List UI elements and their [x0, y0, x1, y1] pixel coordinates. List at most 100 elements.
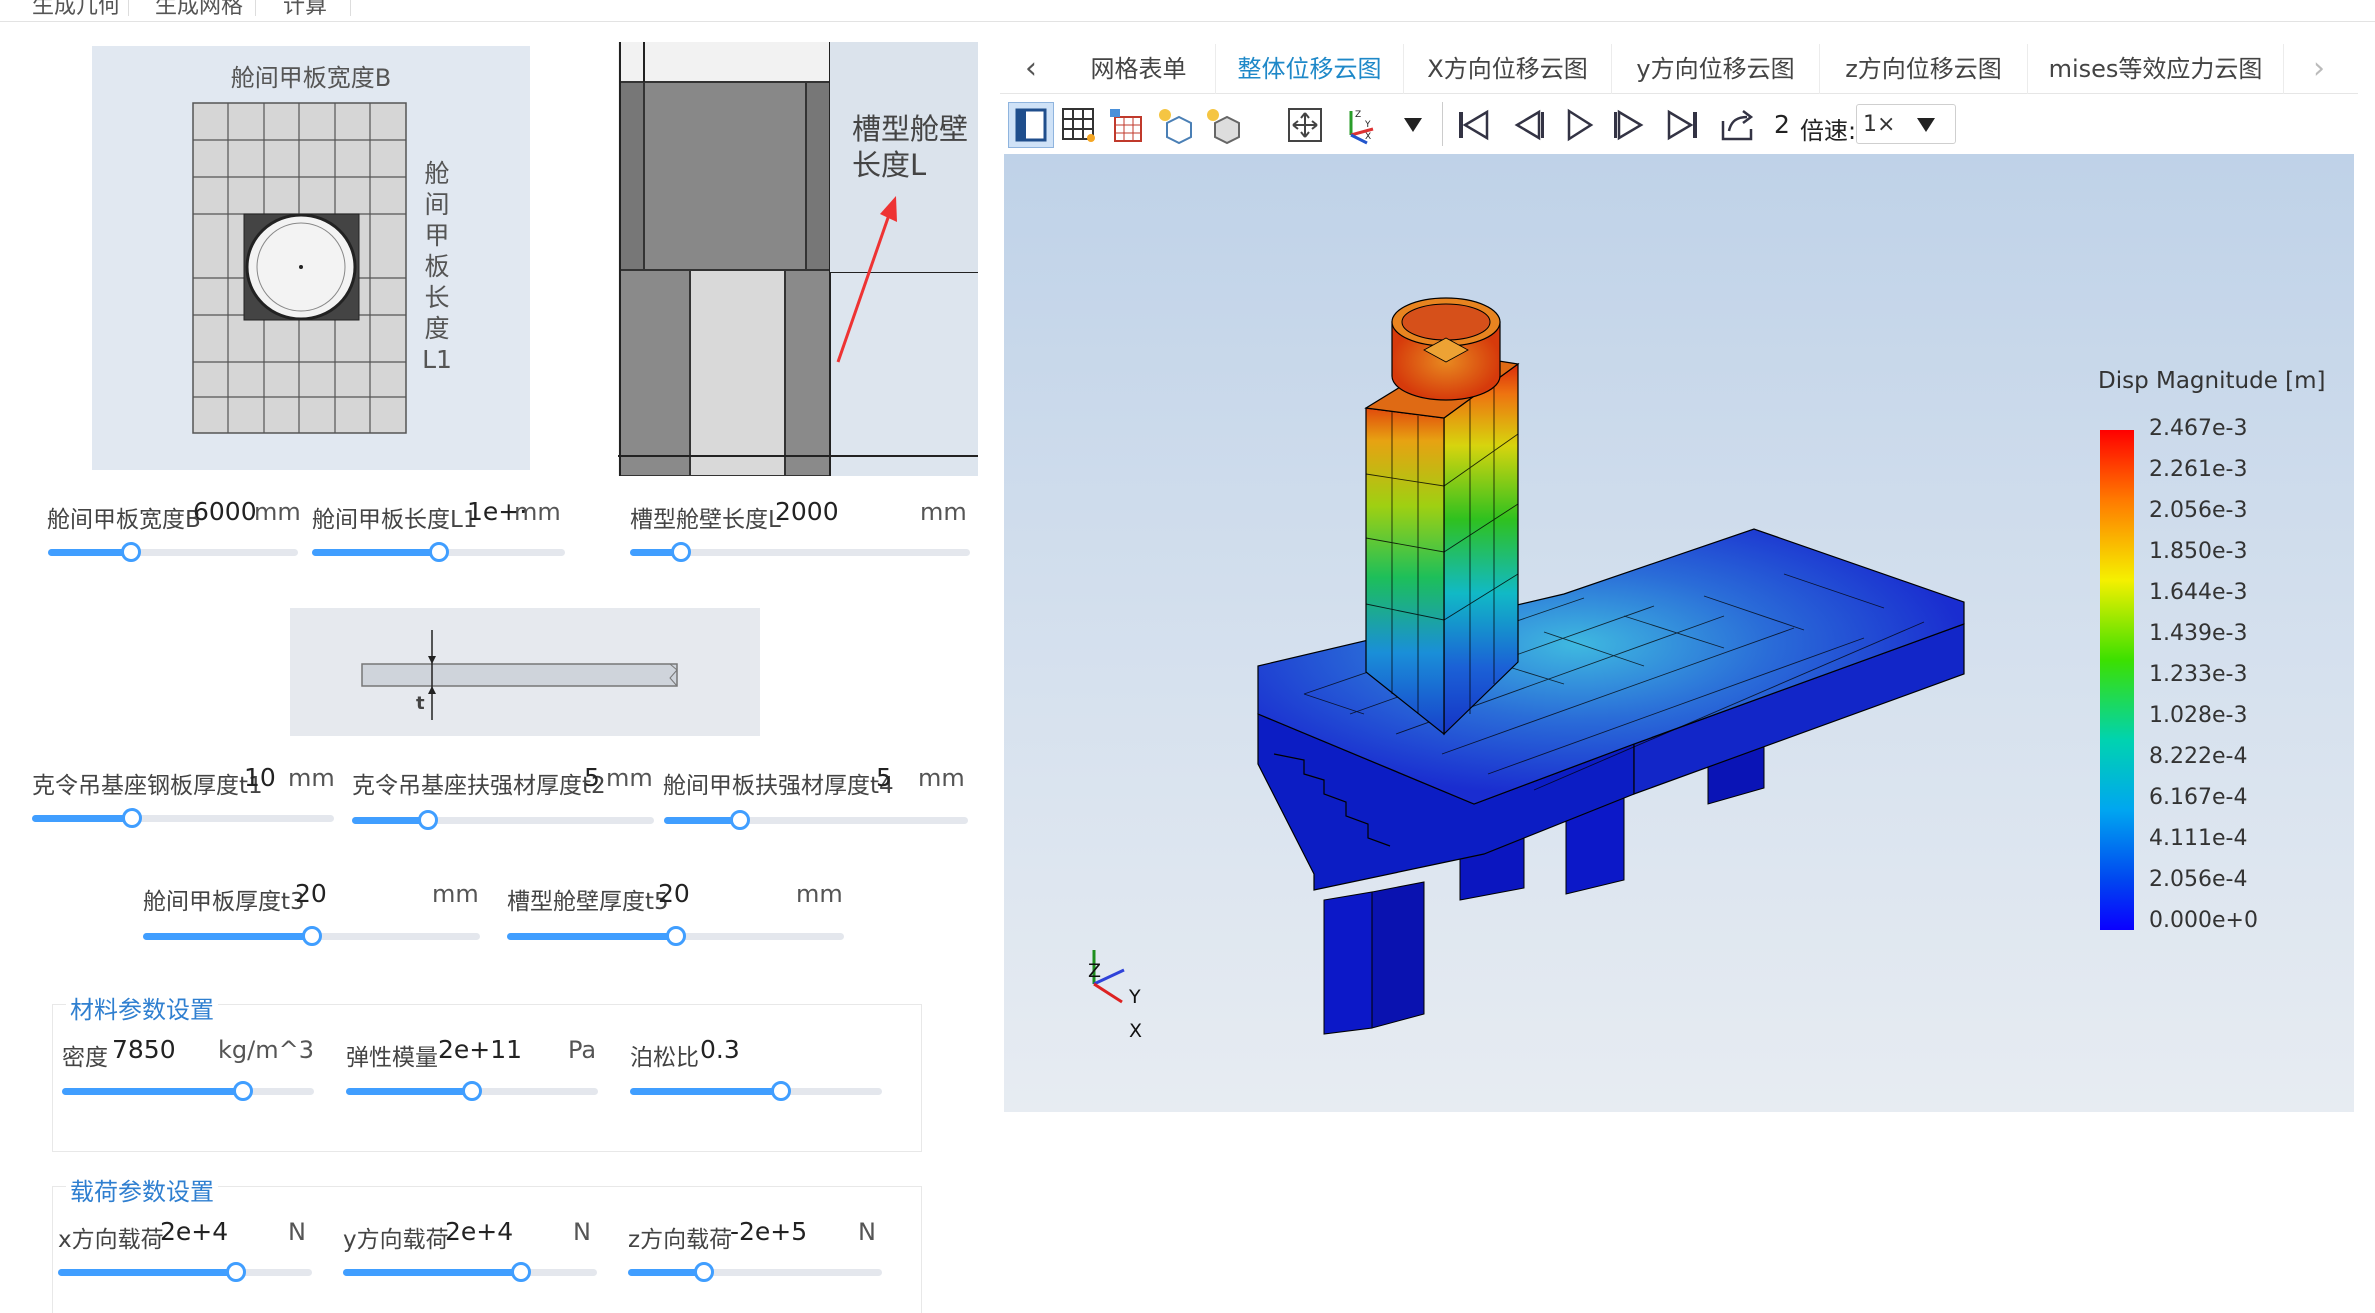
axes-icon[interactable]: ZYX [1336, 102, 1382, 148]
triad-x-label: X [1129, 1020, 1143, 1042]
menu-generate-geometry[interactable]: 生成几何 [32, 0, 120, 20]
slider-thumb[interactable] [694, 1262, 715, 1282]
slider-thumb[interactable] [233, 1081, 254, 1101]
slider-thumb[interactable] [671, 542, 691, 562]
last-frame-icon[interactable] [1660, 102, 1706, 148]
fy-slider[interactable] [343, 1258, 597, 1286]
light-cube-icon[interactable] [1152, 102, 1198, 148]
speed-select[interactable]: 1× [1856, 104, 1956, 144]
menu-compute[interactable]: 计算 [283, 0, 327, 20]
tab-scroll-right-icon[interactable]: › [2284, 44, 2354, 94]
t5-value[interactable]: 20 [658, 879, 690, 908]
t4-value[interactable]: 5 [876, 763, 892, 792]
poisson-slider[interactable] [630, 1077, 882, 1105]
t3-label: 舱间甲板厚度t3 [143, 889, 305, 915]
legend-title: Disp Magnitude [m] [2098, 368, 2326, 394]
toolbar-divider [1442, 102, 1443, 146]
axes-dropdown-icon[interactable] [1404, 118, 1422, 132]
bulkhead-length-value[interactable]: 2000 [775, 497, 839, 526]
slider-thumb[interactable] [121, 808, 142, 828]
t3-slider[interactable] [143, 922, 480, 950]
density-slider[interactable] [62, 1077, 314, 1105]
t5-slider[interactable] [507, 922, 844, 950]
legend-tick: 1.439e-3 [2149, 621, 2248, 646]
slider-thumb[interactable] [301, 926, 322, 946]
svg-text:Z: Z [1355, 110, 1361, 120]
t2-unit: mm [606, 764, 653, 792]
tab-x-displacement[interactable]: X方向位移云图 [1404, 44, 1612, 94]
tab-y-displacement[interactable]: y方向位移云图 [1612, 44, 1820, 94]
legend-tick: 0.000e+0 [2149, 908, 2258, 933]
density-value[interactable]: 7850 [112, 1035, 176, 1064]
menu-generate-mesh[interactable]: 生成网格 [155, 0, 243, 20]
play-icon[interactable] [1556, 102, 1602, 148]
t2-slider[interactable] [352, 806, 654, 834]
tab-mises-stress[interactable]: mises等效应力云图 [2028, 44, 2284, 94]
t1-value[interactable]: 10 [244, 763, 276, 792]
deck-grid-drawing [192, 102, 407, 434]
deck-plate-diagram: 舱间甲板宽度B 舱 间 甲 板 长 度 L1 [92, 46, 530, 470]
t2-value[interactable]: 5 [584, 763, 600, 792]
slider-thumb[interactable] [225, 1262, 246, 1282]
modulus-value[interactable]: 2e+11 [438, 1035, 522, 1064]
legend-ticks: 2.467e-3 2.261e-3 2.056e-3 1.850e-3 1.64… [2149, 416, 2289, 936]
t4-slider[interactable] [664, 806, 968, 834]
slider-thumb[interactable] [428, 542, 449, 562]
slider-thumb[interactable] [771, 1081, 792, 1101]
legend-tick: 1.850e-3 [2149, 539, 2248, 564]
t4-unit: mm [918, 764, 965, 792]
density-label: 密度 [62, 1045, 108, 1071]
slider-thumb[interactable] [417, 810, 438, 830]
slider-thumb[interactable] [120, 542, 141, 562]
slider-thumb[interactable] [665, 926, 686, 946]
export-icon[interactable] [1714, 102, 1760, 148]
t5-label: 槽型舱壁厚度t5 [507, 889, 669, 915]
side-char: 度 [424, 314, 450, 343]
tab-scroll-left-icon[interactable]: ‹ [1000, 44, 1062, 94]
modulus-slider[interactable] [346, 1077, 598, 1105]
viewer-toolbar: ZYX 2 倍速: 1× [1004, 94, 2354, 154]
thickness-diagram: t [290, 608, 760, 736]
fx-slider[interactable] [58, 1258, 312, 1286]
t1-unit: mm [288, 764, 335, 792]
t3-value[interactable]: 20 [295, 879, 327, 908]
legend-tick: 1.644e-3 [2149, 580, 2248, 605]
3d-viewport[interactable]: Z Y X Disp Magnitude [m] 2.467e-3 2.261e… [1004, 154, 2354, 1112]
deck-width-unit: mm [254, 498, 301, 526]
triad-z-label: Z [1088, 960, 1102, 982]
deck-length-slider[interactable] [312, 538, 565, 566]
deck-width-value[interactable]: 6000 [193, 497, 257, 526]
bulkhead-length-slider[interactable] [630, 538, 970, 566]
modulus-unit: Pa [568, 1036, 597, 1064]
tab-total-displacement[interactable]: 整体位移云图 [1216, 44, 1404, 94]
slider-thumb[interactable] [510, 1262, 531, 1282]
t1-slider[interactable] [32, 804, 334, 832]
modulus-label: 弹性模量 [346, 1045, 438, 1071]
t5-unit: mm [796, 880, 843, 908]
slider-thumb[interactable] [730, 810, 750, 830]
fz-slider[interactable] [628, 1258, 882, 1286]
slider-thumb[interactable] [462, 1081, 482, 1101]
mesh-grid-icon[interactable] [1056, 102, 1102, 148]
legend-tick: 1.028e-3 [2149, 703, 2248, 728]
fx-unit: N [288, 1218, 306, 1246]
next-frame-icon[interactable] [1608, 102, 1654, 148]
load-group-title: 载荷参数设置 [66, 1172, 218, 1207]
side-char: 板 [424, 252, 450, 281]
table-icon[interactable] [1104, 102, 1150, 148]
tab-mesh-table[interactable]: 网格表单 [1062, 44, 1216, 94]
prev-frame-icon[interactable] [1504, 102, 1550, 148]
top-menu-bar: 生成几何 生成网格 计算 [0, 0, 2375, 22]
view-panel-icon[interactable] [1008, 102, 1054, 148]
fit-view-icon[interactable] [1282, 102, 1328, 148]
side-char: L1 [422, 345, 452, 374]
poisson-value[interactable]: 0.3 [700, 1035, 740, 1064]
deck-width-slider[interactable] [48, 538, 298, 566]
tab-z-displacement[interactable]: z方向位移云图 [1820, 44, 2028, 94]
fy-value[interactable]: 2e+4 [445, 1217, 513, 1246]
deck-length-side-label: 舱 间 甲 板 长 度 L1 [422, 158, 452, 375]
light-cube2-icon[interactable] [1200, 102, 1246, 148]
fz-value[interactable]: -2e+5 [730, 1217, 807, 1246]
fx-value[interactable]: 2e+4 [160, 1217, 228, 1246]
first-frame-icon[interactable] [1450, 102, 1496, 148]
